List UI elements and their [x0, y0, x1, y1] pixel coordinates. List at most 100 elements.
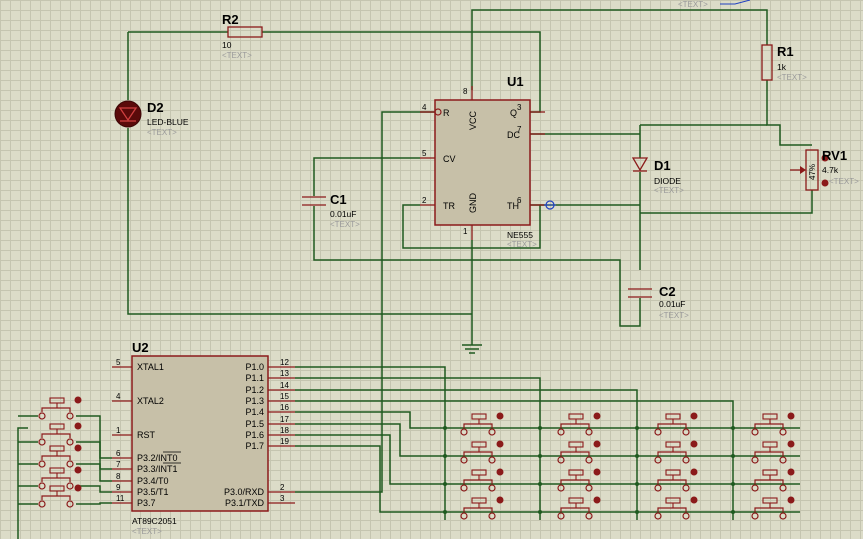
d2-led[interactable]: D2 LED-BLUE <TEXT>	[114, 100, 189, 137]
rv1-ref: RV1	[822, 148, 847, 163]
push-button[interactable]	[654, 412, 698, 436]
push-button[interactable]	[38, 422, 82, 446]
r2-resistor[interactable]: R2 10 <TEXT>	[222, 12, 263, 60]
side-button-wire	[76, 463, 112, 482]
push-button[interactable]	[460, 440, 504, 464]
u1-pin-r-num: 4	[422, 103, 427, 112]
u2-right-pin-label: P1.3	[245, 396, 264, 406]
junction-dot	[635, 454, 639, 458]
push-button[interactable]	[557, 412, 601, 436]
u1-pin-cv-num: 5	[422, 149, 427, 158]
c1-value: 0.01uF	[330, 209, 356, 219]
rv1-potentiometer[interactable]: 47% RV1 4.7k <TEXT>	[790, 148, 859, 191]
u2-left-pin-label: XTAL2	[137, 396, 164, 406]
u2-right-pin-num: 14	[280, 381, 289, 390]
junction-dot	[443, 510, 447, 514]
push-button[interactable]	[38, 444, 82, 468]
push-button[interactable]	[460, 496, 504, 520]
push-button[interactable]	[751, 440, 795, 464]
c2-capacitor[interactable]: C2 0.01uF <TEXT>	[628, 284, 689, 320]
u2-right-pin-label: P3.1/TXD	[225, 498, 265, 508]
u2-right-pin-num: 3	[280, 494, 285, 503]
row-wire	[295, 411, 800, 429]
r1-resistor[interactable]: R1 1k <TEXT>	[761, 44, 807, 82]
c1-capacitor[interactable]: C1 0.01uF <TEXT>	[302, 192, 360, 229]
push-button[interactable]	[751, 496, 795, 520]
d2-ref: D2	[147, 100, 164, 115]
u1-text-placeholder: <TEXT>	[507, 240, 537, 249]
push-button[interactable]	[557, 468, 601, 492]
push-button[interactable]	[460, 412, 504, 436]
u1-pin-cv-label: CV	[443, 154, 456, 164]
d1-value: DIODE	[654, 176, 681, 186]
push-button[interactable]	[557, 440, 601, 464]
u1-pin-vcc-label: VCC	[468, 110, 478, 130]
u2-left-pin-num: 7	[116, 460, 121, 469]
u2-right-pin-num: 2	[280, 483, 285, 492]
u2-left-pin-label: RST	[137, 430, 156, 440]
push-button[interactable]	[751, 468, 795, 492]
u2-microcontroller[interactable]: U2 AT89C2051 <TEXT> 5 XTAL1 4 XTAL2 1 RST 6 P3.…	[112, 340, 295, 536]
u2-left-pin-label: P3.3/INT1	[137, 464, 178, 474]
u2-left-pin-label: P3.4/T0	[137, 476, 169, 486]
schematic-svg: U1 R CV TR Q DC TH VCC GND 4 5 2 3 7 6 8…	[17, 0, 859, 539]
junction-dot	[731, 426, 735, 430]
junction-dot	[731, 510, 735, 514]
u2-right-pin-label: P1.5	[245, 419, 264, 429]
u1-timer[interactable]: U1 R CV TR Q DC TH VCC GND 4 5 2 3 7 6 8…	[420, 74, 545, 249]
junction-dot	[538, 454, 542, 458]
u2-left-pin-label: P3.5/T1	[137, 487, 169, 497]
u1-pin-gnd-num: 1	[463, 227, 468, 236]
u1-pin-r-label: R	[443, 108, 450, 118]
column-wire	[295, 389, 638, 520]
junction-dot	[538, 482, 542, 486]
r1-text-placeholder: <TEXT>	[777, 73, 807, 82]
push-button[interactable]	[654, 468, 698, 492]
junction-dot	[538, 426, 542, 430]
u1-pin-tr-num: 2	[422, 196, 427, 205]
u2-text-placeholder: <TEXT>	[132, 527, 162, 536]
u2-left-pin-num: 6	[116, 449, 121, 458]
u2-left-pin-num: 11	[116, 494, 125, 503]
c2-text-placeholder: <TEXT>	[659, 311, 689, 320]
u2-right-pin-label: P3.0/RXD	[224, 487, 265, 497]
push-button[interactable]	[460, 468, 504, 492]
side-button-wire	[76, 502, 112, 505]
u1-pin-tr-label: TR	[443, 201, 455, 211]
push-button[interactable]	[38, 396, 82, 420]
junction-dot	[443, 482, 447, 486]
voltage-probe-icon[interactable]	[544, 200, 556, 210]
r2-ref: R2	[222, 12, 239, 27]
u2-left-pin-num: 5	[116, 358, 121, 367]
junction-dot	[443, 454, 447, 458]
c2-value: 0.01uF	[659, 299, 685, 309]
u1-ref: U1	[507, 74, 524, 89]
u2-right-pin-num: 16	[280, 403, 289, 412]
r1-value: 1k	[777, 62, 787, 72]
push-button[interactable]	[654, 440, 698, 464]
rv1-text-placeholder: <TEXT>	[829, 177, 859, 186]
u2-left-pin-label: XTAL1	[137, 362, 164, 372]
u2-right-pin-label: P1.0	[245, 362, 264, 372]
push-button[interactable]	[654, 496, 698, 520]
d2-text-placeholder: <TEXT>	[147, 128, 177, 137]
u2-left-pin-num: 8	[116, 472, 121, 481]
u2-right-pin-num: 13	[280, 369, 289, 378]
u2-left-pin-num: 1	[116, 426, 121, 435]
rv1-percent: 47%	[808, 164, 817, 180]
push-button[interactable]	[557, 496, 601, 520]
u2-right-pin-label: P1.6	[245, 430, 264, 440]
r2-value: 10	[222, 40, 232, 50]
u2-right-pin-num: 15	[280, 392, 289, 401]
u2-right-pin-label: P1.1	[245, 373, 264, 383]
side-button-wire	[76, 441, 112, 470]
u2-right-pin-num: 12	[280, 358, 289, 367]
side-button-group	[17, 396, 112, 539]
u2-right-pin-label: P1.7	[245, 441, 264, 451]
schematic-canvas[interactable]: U1 R CV TR Q DC TH VCC GND 4 5 2 3 7 6 8…	[0, 0, 863, 539]
junction-dot	[731, 482, 735, 486]
push-button[interactable]	[38, 484, 82, 508]
push-button[interactable]	[751, 412, 795, 436]
ground-symbol	[462, 344, 482, 354]
column-wire	[295, 377, 541, 520]
